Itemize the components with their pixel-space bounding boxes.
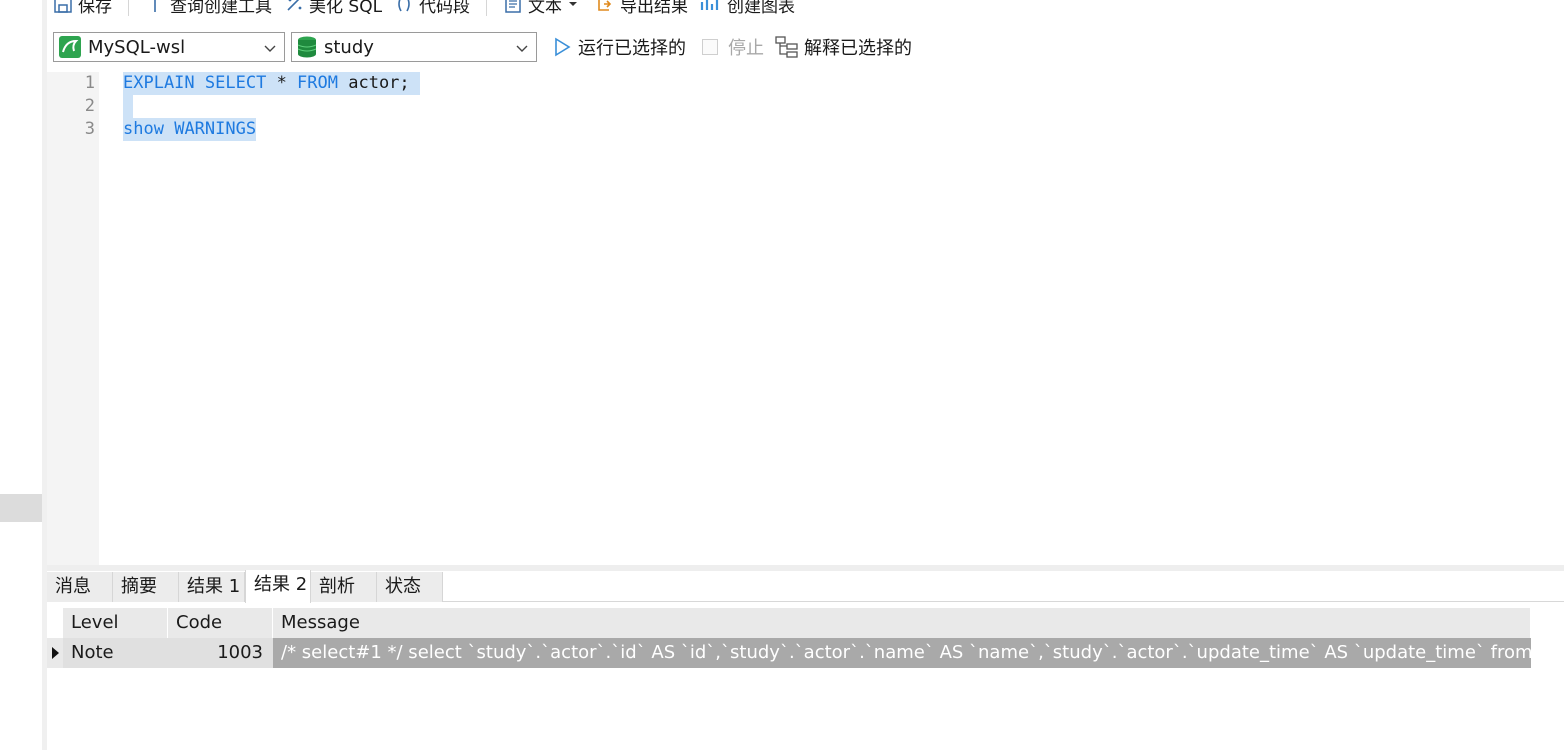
export-icon [598, 0, 612, 11]
result-grid[interactable]: Level Code Message Note 1003 /* select#1… [47, 608, 1564, 750]
create-chart-button[interactable]: 创建图表 [694, 0, 801, 20]
chevron-down-icon [264, 45, 276, 52]
column-header-level[interactable]: Level [63, 608, 168, 638]
toolbar-divider [486, 0, 488, 16]
database-name: study [324, 36, 374, 58]
caret-down-icon [569, 2, 578, 6]
cell-message[interactable]: /* select#1 */ select `study`.`actor`.`i… [273, 638, 1531, 668]
run-selected-label: 运行已选择的 [578, 38, 686, 59]
row-indicator[interactable] [47, 638, 63, 668]
run-selected-button[interactable]: 运行已选择的 [552, 32, 686, 62]
code-line[interactable]: EXPLAIN SELECT * FROM actor; [123, 72, 420, 95]
tab-status[interactable]: 状态 [377, 572, 443, 602]
snippet-button[interactable]: 代码段 [388, 0, 476, 20]
play-icon [555, 37, 571, 57]
tab-summary[interactable]: 摘要 [113, 572, 179, 602]
chevron-down-icon [516, 45, 528, 52]
beautify-sql-label: 美化 SQL [309, 0, 383, 17]
left-panel-strip [0, 0, 42, 750]
explain-plan-icon [775, 36, 798, 58]
snippet-label: 代码段 [419, 0, 471, 17]
tab-result-2[interactable]: 结果 2 [245, 570, 311, 603]
magic-wand-icon [287, 0, 302, 11]
text-label: 文本 [528, 0, 563, 17]
line-number-gutter: 1 2 3 [47, 72, 99, 565]
export-result-button[interactable]: 导出结果 [589, 0, 694, 20]
code-line[interactable] [123, 95, 134, 118]
main-toolbar: 保存 查询创建工具 美化 SQL 代码段 文本 导出结果 创建图表 [47, 0, 1564, 20]
document-icon [505, 0, 521, 13]
line-number: 1 [84, 73, 95, 93]
text-button[interactable]: 文本 [497, 0, 589, 20]
stop-label: 停止 [728, 38, 764, 59]
tab-messages[interactable]: 消息 [47, 572, 113, 602]
query-builder-icon [154, 0, 156, 12]
tab-profile[interactable]: 剖析 [311, 572, 377, 602]
beautify-sql-button[interactable]: 美化 SQL [278, 0, 388, 20]
current-row-arrow-icon [52, 647, 59, 659]
query-builder-button[interactable]: 查询创建工具 [139, 0, 278, 20]
row-header-corner [47, 608, 63, 638]
sql-keyword: WARNINGS [174, 119, 257, 139]
sql-keyword: FROM [297, 73, 338, 93]
export-result-label: 导出结果 [620, 0, 689, 17]
brackets-icon [398, 0, 410, 12]
mysql-connection-icon [59, 36, 81, 58]
sql-editor[interactable]: 1 2 3 EXPLAIN SELECT * FROM actor; show … [47, 72, 1564, 565]
toolbar-divider [128, 0, 129, 16]
query-builder-label: 查询创建工具 [170, 0, 272, 17]
chart-icon [700, 0, 719, 10]
save-label: 保存 [78, 0, 112, 17]
sql-keyword: SELECT [204, 73, 267, 93]
connection-select[interactable]: MySQL-wsl [53, 32, 285, 62]
cell-level[interactable]: Note [63, 638, 168, 668]
explain-selected-button[interactable]: 解释已选择的 [775, 32, 912, 62]
line-number: 2 [84, 96, 95, 116]
cell-code[interactable]: 1003 [168, 638, 273, 668]
result-tabs: 消息 摘要 结果 1 结果 2 剖析 状态 [47, 570, 1564, 603]
column-header-message[interactable]: Message [273, 608, 1531, 638]
explain-selected-label: 解释已选择的 [804, 38, 912, 59]
save-icon [54, 0, 72, 13]
sql-keyword: EXPLAIN [123, 73, 195, 93]
column-header-code[interactable]: Code [168, 608, 273, 638]
code-line[interactable]: show WARNINGS [123, 118, 257, 141]
save-button[interactable]: 保存 [47, 0, 118, 20]
sql-text: actor; [338, 73, 420, 93]
create-chart-label: 创建图表 [727, 0, 796, 17]
database-select[interactable]: study [291, 32, 537, 62]
stop-button[interactable]: 停止 [702, 32, 764, 62]
stop-icon [702, 39, 718, 55]
panel-collapse-handle[interactable] [0, 494, 42, 522]
line-number: 3 [84, 119, 95, 139]
connection-toolbar: MySQL-wsl study 运行已选择的 停止 解释已选择的 [47, 30, 1564, 64]
sql-keyword: show [123, 119, 164, 139]
database-icon [297, 36, 317, 58]
connection-name: MySQL-wsl [88, 36, 186, 58]
sql-text: * [266, 73, 298, 93]
tab-result-1[interactable]: 结果 1 [179, 572, 245, 602]
